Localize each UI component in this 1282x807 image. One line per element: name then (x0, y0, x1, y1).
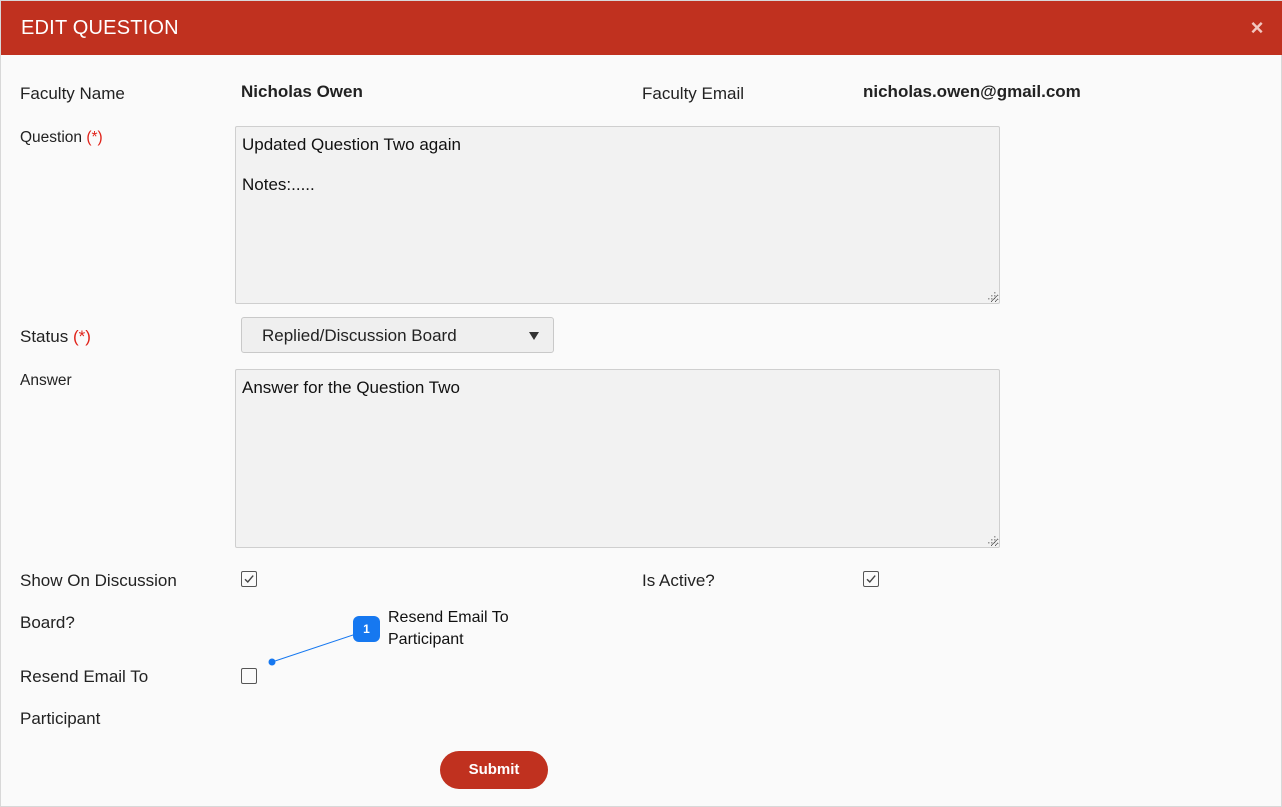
faculty-email-value: nicholas.owen@gmail.com (863, 82, 1081, 101)
answer-label: Answer (20, 372, 72, 389)
status-selected-value: Replied/Discussion Board (262, 326, 457, 345)
show-on-board-label-line1: Show On Discussion (20, 571, 177, 590)
checkmark-icon (866, 575, 876, 584)
close-icon[interactable]: × (1247, 17, 1267, 39)
resend-email-label-line2: Participant (20, 709, 101, 728)
checkmark-icon (244, 575, 254, 584)
submit-button[interactable]: Submit (440, 751, 548, 789)
faculty-email-label: Faculty Email (642, 84, 745, 103)
required-mark: (*) (72, 327, 91, 346)
faculty-name-label: Faculty Name (20, 84, 125, 103)
answer-text: Answer for the Question Two (242, 378, 460, 397)
question-label: Question (*) (20, 129, 103, 147)
status-select[interactable]: Replied/Discussion Board (241, 317, 554, 353)
caret-down-icon (529, 332, 539, 340)
resize-grip-icon[interactable] (986, 290, 996, 300)
resize-grip-icon[interactable] (986, 534, 996, 544)
callout-badge: 1 (353, 616, 380, 642)
question-textarea[interactable]: Updated Question Two again Notes:..... (235, 126, 1000, 304)
question-line: Updated Question Two again (242, 135, 461, 154)
edit-question-modal: EDIT QUESTION × Faculty Name Nicholas Ow… (0, 0, 1282, 807)
is-active-checkbox[interactable] (863, 571, 879, 587)
is-active-label: Is Active? (642, 571, 715, 590)
status-label-text: Status (20, 327, 69, 346)
modal-title: EDIT QUESTION (21, 17, 179, 39)
callout-text: Resend Email To Participant (388, 607, 538, 651)
answer-textarea[interactable]: Answer for the Question Two (235, 369, 1000, 548)
question-line: Notes:..... (242, 174, 315, 194)
resend-email-label-line1: Resend Email To (20, 667, 149, 686)
callout-text-line2: Participant (388, 631, 464, 648)
question-label-text: Question (20, 129, 83, 146)
show-on-board-label-line2: Board? (20, 613, 75, 632)
modal-header: EDIT QUESTION × (1, 1, 1282, 55)
required-mark: (*) (86, 129, 103, 146)
faculty-name-value: Nicholas Owen (241, 82, 363, 101)
resend-email-checkbox[interactable] (241, 668, 257, 684)
status-label: Status (*) (20, 327, 91, 347)
callout-text-line1: Resend Email To (388, 609, 509, 626)
show-on-board-checkbox[interactable] (241, 571, 257, 587)
